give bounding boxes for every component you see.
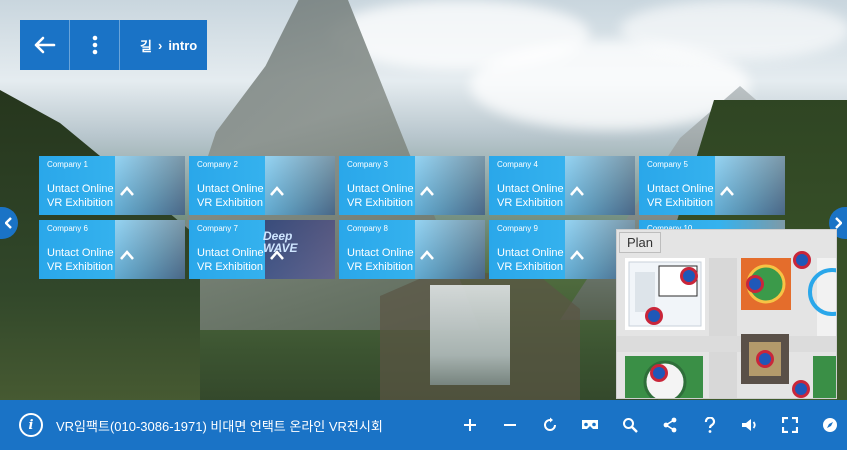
tile-line1: Untact Online bbox=[497, 183, 564, 195]
tile-line2: VR Exhibition bbox=[647, 197, 714, 209]
tile-company-name: Company 7 bbox=[197, 224, 238, 233]
zoom-in-icon bbox=[464, 419, 476, 431]
chevron-up-icon bbox=[120, 250, 134, 260]
tile-line1: Untact Online bbox=[347, 183, 414, 195]
help-icon bbox=[704, 417, 716, 433]
chevron-up-icon bbox=[270, 186, 284, 196]
plan-marker[interactable] bbox=[793, 251, 811, 269]
tile-company-name: Company 1 bbox=[47, 160, 88, 169]
fullscreen-button[interactable] bbox=[770, 400, 810, 450]
company-tile-4[interactable]: Company 4 Untact Online VR Exhibition bbox=[489, 156, 635, 215]
tile-line2: VR Exhibition bbox=[347, 261, 414, 273]
floor-plan-map[interactable]: Plan bbox=[616, 229, 837, 399]
plan-marker[interactable] bbox=[792, 380, 810, 398]
tile-company-name: Company 8 bbox=[347, 224, 388, 233]
tile-line2: VR Exhibition bbox=[47, 197, 114, 209]
tile-line2: VR Exhibition bbox=[47, 261, 114, 273]
zoom-out-icon bbox=[504, 424, 516, 426]
tile-company-name: Company 4 bbox=[497, 160, 538, 169]
share-button[interactable] bbox=[650, 400, 690, 450]
zoom-out-button[interactable] bbox=[490, 400, 530, 450]
company-tile-9[interactable]: Company 9 Untact Online VR Exhibition bbox=[489, 220, 635, 279]
tile-line2: VR Exhibition bbox=[497, 197, 564, 209]
tile-line2: VR Exhibition bbox=[347, 197, 414, 209]
breadcrumb-root[interactable]: 길 bbox=[140, 36, 152, 55]
company-tile-6[interactable]: Company 6 Untact Online VR Exhibition bbox=[39, 220, 185, 279]
autorotate-button[interactable] bbox=[530, 400, 570, 450]
company-tile-7[interactable]: Deep WAVE Company 7 Untact Online VR Exh… bbox=[189, 220, 335, 279]
tool-buttons bbox=[450, 400, 847, 450]
chevron-up-icon bbox=[570, 186, 584, 196]
tile-line1: Untact Online bbox=[197, 247, 264, 259]
search-button[interactable] bbox=[610, 400, 650, 450]
tile-company-name: Company 9 bbox=[497, 224, 538, 233]
back-button[interactable] bbox=[20, 20, 70, 70]
share-icon bbox=[663, 417, 677, 433]
chevron-up-icon bbox=[120, 186, 134, 196]
tile-line1: Untact Online bbox=[47, 247, 114, 259]
tile-line2: VR Exhibition bbox=[197, 261, 264, 273]
search-icon bbox=[623, 418, 638, 433]
waterfall bbox=[430, 285, 510, 385]
vr-mode-button[interactable] bbox=[570, 400, 610, 450]
tile-line1: Untact Online bbox=[647, 183, 714, 195]
arrow-left-icon bbox=[34, 36, 55, 54]
plan-label: Plan bbox=[619, 232, 662, 253]
tile-line1: Untact Online bbox=[347, 247, 414, 259]
tile-line2: VR Exhibition bbox=[197, 197, 264, 209]
info-icon: i bbox=[28, 417, 34, 433]
company-tile-3[interactable]: Company 3 Untact Online VR Exhibition bbox=[339, 156, 485, 215]
chevron-up-icon bbox=[420, 250, 434, 260]
vr-headset-icon bbox=[582, 420, 598, 429]
company-tile-2[interactable]: Company 2 Untact Online VR Exhibition bbox=[189, 156, 335, 215]
chevron-up-icon bbox=[720, 186, 734, 196]
sound-icon bbox=[742, 419, 756, 431]
company-tile-1[interactable]: Company 1 Untact Online VR Exhibition bbox=[39, 156, 185, 215]
breadcrumb-separator: › bbox=[157, 37, 163, 53]
tile-line1: Untact Online bbox=[47, 183, 114, 195]
plan-marker[interactable] bbox=[645, 307, 663, 325]
chevron-up-icon bbox=[570, 250, 584, 260]
breadcrumb-current: intro bbox=[168, 37, 198, 53]
tour-title: VR임팩트(010-3086-1971) 비대면 언택트 온라인 VR전시회 bbox=[56, 418, 383, 434]
chevron-up-icon bbox=[270, 250, 284, 260]
compass-icon bbox=[823, 418, 837, 432]
company-tile-5[interactable]: Company 5 Untact Online VR Exhibition bbox=[639, 156, 785, 215]
plan-marker[interactable] bbox=[650, 364, 668, 382]
company-tile-8[interactable]: Company 8 Untact Online VR Exhibition bbox=[339, 220, 485, 279]
menu-button[interactable] bbox=[70, 20, 120, 70]
tile-line1: Untact Online bbox=[197, 183, 264, 195]
chevron-up-icon bbox=[420, 186, 434, 196]
help-button[interactable] bbox=[690, 400, 730, 450]
tile-line2: VR Exhibition bbox=[497, 261, 564, 273]
plan-marker[interactable] bbox=[756, 350, 774, 368]
tile-company-name: Company 6 bbox=[47, 224, 88, 233]
tile-company-name: Company 2 bbox=[197, 160, 238, 169]
top-toolbar: 길 › intro bbox=[20, 20, 208, 70]
breadcrumb: 길 › intro bbox=[120, 20, 207, 70]
sound-button[interactable] bbox=[730, 400, 770, 450]
plan-marker[interactable] bbox=[680, 267, 698, 285]
fullscreen-icon bbox=[782, 417, 798, 433]
chevron-right-icon bbox=[835, 217, 842, 229]
autorotate-icon bbox=[544, 417, 556, 431]
tile-company-name: Company 5 bbox=[647, 160, 688, 169]
more-vertical-icon bbox=[92, 35, 97, 55]
compass-button[interactable] bbox=[810, 400, 847, 450]
tile-line1: Untact Online bbox=[497, 247, 564, 259]
cloud bbox=[620, 0, 847, 60]
chevron-left-icon bbox=[5, 217, 12, 229]
info-button[interactable]: i bbox=[19, 413, 43, 437]
bottom-toolbar: i VR임팩트(010-3086-1971) 비대면 언택트 온라인 VR전시회 bbox=[0, 400, 847, 450]
tile-company-name: Company 3 bbox=[347, 160, 388, 169]
zoom-in-button[interactable] bbox=[450, 400, 490, 450]
plan-marker[interactable] bbox=[746, 275, 764, 293]
